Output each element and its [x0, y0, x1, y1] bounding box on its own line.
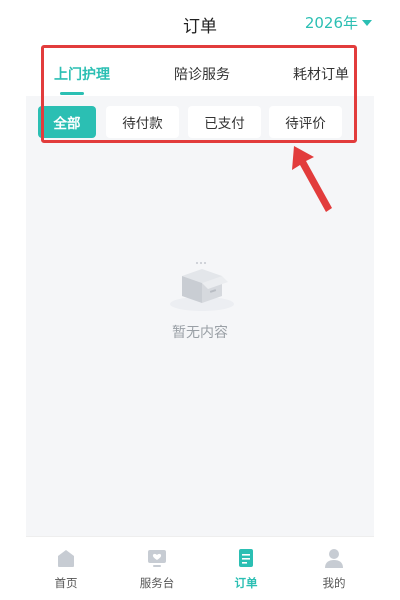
nav-item-orders[interactable]: 订单 [211, 547, 281, 591]
nav-label-profile: 我的 [322, 576, 346, 590]
empty-box-icon [170, 262, 234, 311]
home-icon [58, 550, 74, 567]
service-desk-icon [148, 550, 166, 567]
nav-item-service-desk[interactable]: 服务台 [122, 547, 192, 591]
nav-label-home: 首页 [54, 576, 78, 590]
profile-icon [325, 549, 343, 568]
nav-label-orders: 订单 [234, 576, 258, 590]
nav-item-home[interactable]: 首页 [31, 547, 101, 591]
empty-state-text: 暂无内容 [172, 325, 228, 341]
bottom-navigation: 首页 服务台 订单 我的 [26, 536, 374, 600]
nav-label-service-desk: 服务台 [139, 576, 175, 590]
nav-item-profile[interactable]: 我的 [299, 547, 369, 591]
order-icon [239, 549, 253, 567]
